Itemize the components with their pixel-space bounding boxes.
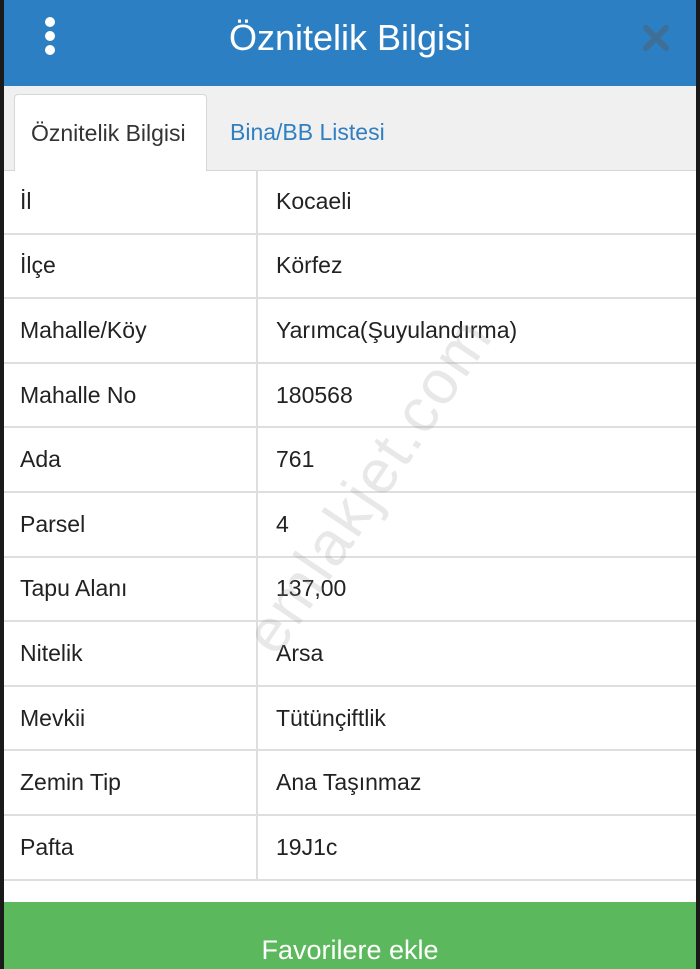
table-row: Parsel 4 bbox=[4, 492, 696, 558]
dialog-header: Öznitelik Bilgisi bbox=[4, 0, 696, 86]
row-value: 19J1c bbox=[276, 833, 338, 860]
table-row: Mevkii Tütünçiftlik bbox=[4, 686, 696, 752]
table-row: Zemin Tip Ana Taşınmaz bbox=[4, 751, 696, 816]
tab-bina-bb-listesi[interactable]: Bina/BB Listesi bbox=[214, 94, 401, 170]
tab-oznitelik-bilgisi[interactable]: Öznitelik Bilgisi bbox=[14, 94, 207, 171]
table-row: İl Kocaeli bbox=[4, 170, 696, 235]
row-value: 137,00 bbox=[276, 575, 347, 602]
add-to-favorites-button[interactable]: Favorilere ekle bbox=[4, 902, 696, 969]
row-label: Zemin Tip bbox=[4, 751, 258, 814]
row-value: Ana Taşınmaz bbox=[276, 769, 422, 796]
table-row: Pafta 19J1c bbox=[4, 815, 696, 881]
row-label: İl bbox=[4, 170, 258, 233]
row-label: Ada bbox=[4, 428, 258, 491]
attribute-dialog: Öznitelik Bilgisi Öznitelik Bilgisi Bina… bbox=[4, 0, 696, 969]
table-row: Nitelik Arsa bbox=[4, 622, 696, 687]
attribute-table: İl Kocaeli İlçe Körfez Mahalle/Köy Yarım… bbox=[4, 170, 696, 881]
row-label: İlçe bbox=[4, 234, 258, 298]
row-label: Tapu Alanı bbox=[4, 557, 258, 621]
row-value: Arsa bbox=[276, 639, 324, 666]
table-row: Mahalle No 180568 bbox=[4, 363, 696, 429]
dialog-title: Öznitelik Bilgisi bbox=[228, 17, 472, 58]
row-value: Tütünçiftlik bbox=[276, 704, 386, 731]
row-value: Kocaeli bbox=[276, 187, 352, 214]
row-label: Nitelik bbox=[4, 622, 258, 685]
table-row: Ada 761 bbox=[4, 428, 696, 493]
row-label: Mevkii bbox=[4, 686, 258, 750]
table-row: Mahalle/Köy Yarımca(Şuyulandırma) bbox=[4, 299, 696, 364]
close-icon[interactable] bbox=[640, 22, 672, 54]
row-label: Parsel bbox=[4, 492, 258, 556]
row-value: Körfez bbox=[276, 252, 343, 279]
row-label: Pafta bbox=[4, 815, 258, 879]
row-label: Mahalle/Köy bbox=[4, 299, 258, 362]
tab-bar: Öznitelik Bilgisi Bina/BB Listesi bbox=[4, 86, 696, 171]
row-value: Yarımca(Şuyulandırma) bbox=[276, 316, 518, 343]
row-value: 761 bbox=[276, 446, 315, 473]
row-value: 180568 bbox=[276, 381, 353, 408]
row-value: 4 bbox=[276, 510, 289, 537]
table-row: İlçe Körfez bbox=[4, 234, 696, 300]
row-label: Mahalle No bbox=[4, 363, 258, 427]
table-row: Tapu Alanı 137,00 bbox=[4, 557, 696, 623]
